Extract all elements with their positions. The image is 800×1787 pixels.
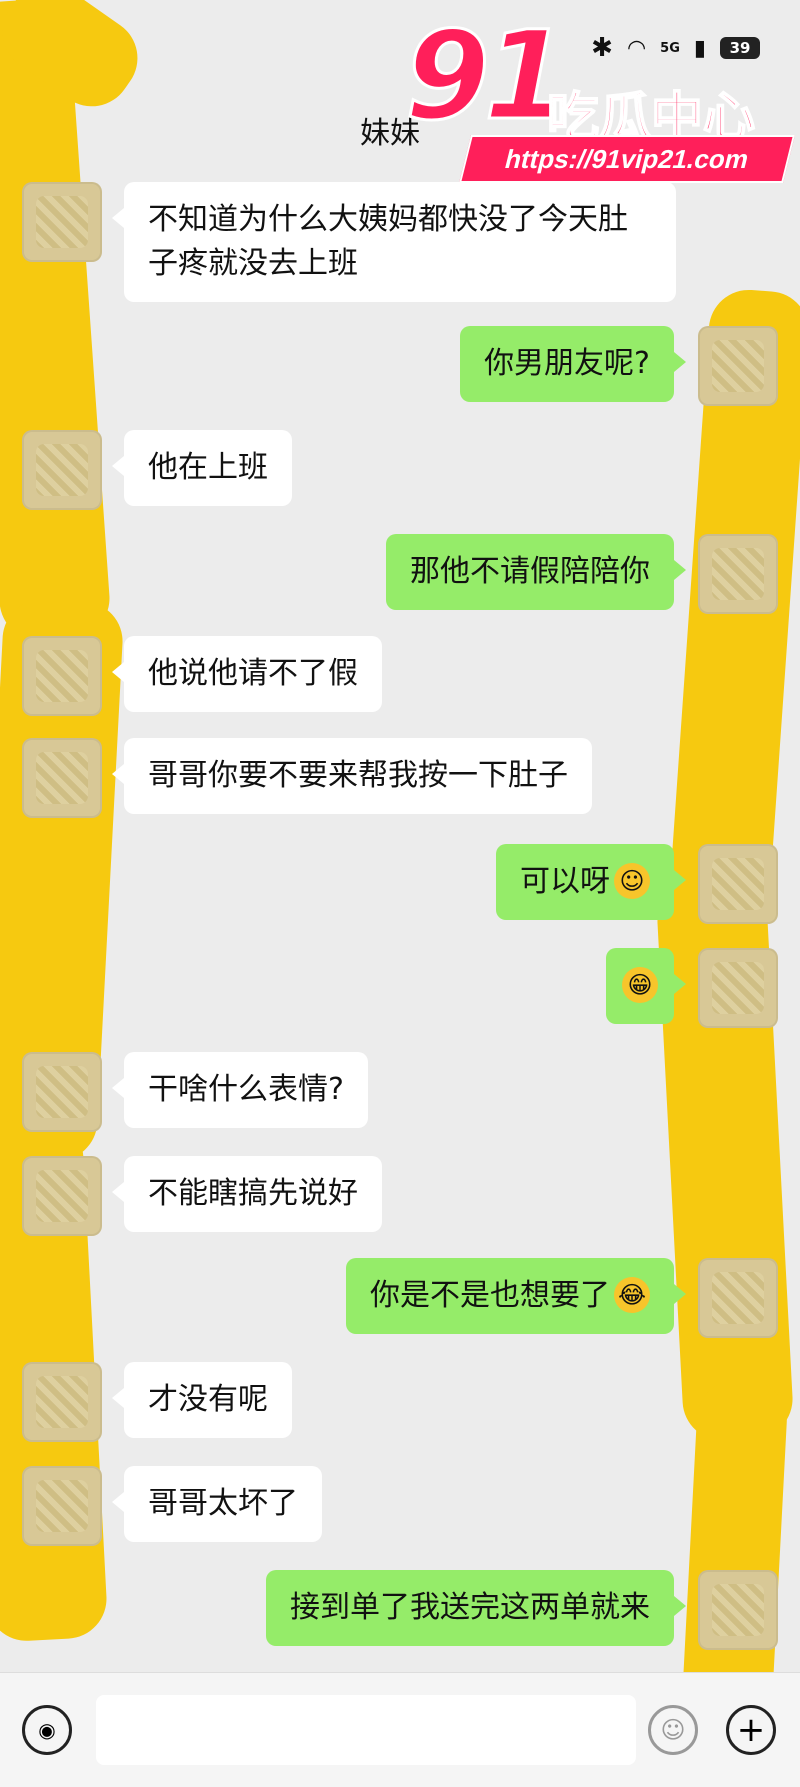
watermark-logo: 91 吃瓜中心 https://91vip21.com — [404, 4, 795, 183]
voice-icon[interactable]: ◉ — [22, 1705, 72, 1755]
contact-avatar[interactable] — [22, 1156, 102, 1236]
contact-avatar[interactable] — [22, 1362, 102, 1442]
input-bar: ◉ ☺ + — [0, 1672, 800, 1787]
emoji-icon: ☺ — [614, 862, 650, 899]
message-input[interactable] — [96, 1695, 636, 1765]
message-bubble-received[interactable]: 干啥什么表情? — [112, 1052, 368, 1128]
message-text: 你是不是也想要了 — [370, 1278, 610, 1313]
emoji-icon: 😂 — [614, 1276, 650, 1313]
redaction-mark-right-3 — [681, 1377, 789, 1723]
message-bubble-received[interactable]: 不能瞎搞先说好 — [112, 1156, 382, 1232]
self-avatar[interactable] — [698, 534, 778, 614]
chat-screen: ✱ ◠ 5G ▮ 39 妹妹 91 吃瓜中心 https://91vip21.c… — [0, 0, 800, 1787]
contact-avatar[interactable] — [22, 738, 102, 818]
message-bubble-sent[interactable]: 可以呀 ☺ — [496, 844, 686, 920]
contact-avatar[interactable] — [22, 182, 102, 262]
message-text: 可以呀 — [520, 864, 610, 899]
message-bubble-received[interactable]: 哥哥你要不要来帮我按一下肚子 — [112, 738, 592, 814]
message-bubble-sent[interactable]: 接到单了我送完这两单就来 — [266, 1570, 686, 1646]
message-bubble-sent[interactable]: 你男朋友呢? — [460, 326, 686, 402]
message-bubble-sent[interactable]: 你是不是也想要了 😂 — [346, 1258, 686, 1334]
watermark-url: https://91vip21.com — [459, 135, 795, 183]
message-bubble-sent[interactable]: 那他不请假陪陪你 — [386, 534, 686, 610]
contact-avatar[interactable] — [22, 1052, 102, 1132]
message-bubble-received[interactable]: 才没有呢 — [112, 1362, 292, 1438]
watermark-number: 91 — [404, 4, 571, 149]
self-avatar[interactable] — [698, 326, 778, 406]
plus-icon[interactable]: + — [726, 1705, 776, 1755]
message-bubble-received[interactable]: 他说他请不了假 — [112, 636, 382, 712]
message-bubble-received[interactable]: 不知道为什么大姨妈都快没了今天肚子疼就没去上班 — [112, 182, 676, 302]
self-avatar[interactable] — [698, 844, 778, 924]
contact-avatar[interactable] — [22, 430, 102, 510]
self-avatar[interactable] — [698, 1258, 778, 1338]
message-bubble-sent[interactable]: 😁 — [606, 948, 686, 1024]
emoji-icon[interactable]: ☺ — [648, 1705, 698, 1755]
emoji-icon: 😁 — [622, 966, 658, 1003]
self-avatar[interactable] — [698, 1570, 778, 1650]
message-bubble-received[interactable]: 他在上班 — [112, 430, 292, 506]
self-avatar[interactable] — [698, 948, 778, 1028]
message-bubble-received[interactable]: 哥哥太坏了 — [112, 1466, 322, 1542]
contact-avatar[interactable] — [22, 1466, 102, 1546]
contact-avatar[interactable] — [22, 636, 102, 716]
